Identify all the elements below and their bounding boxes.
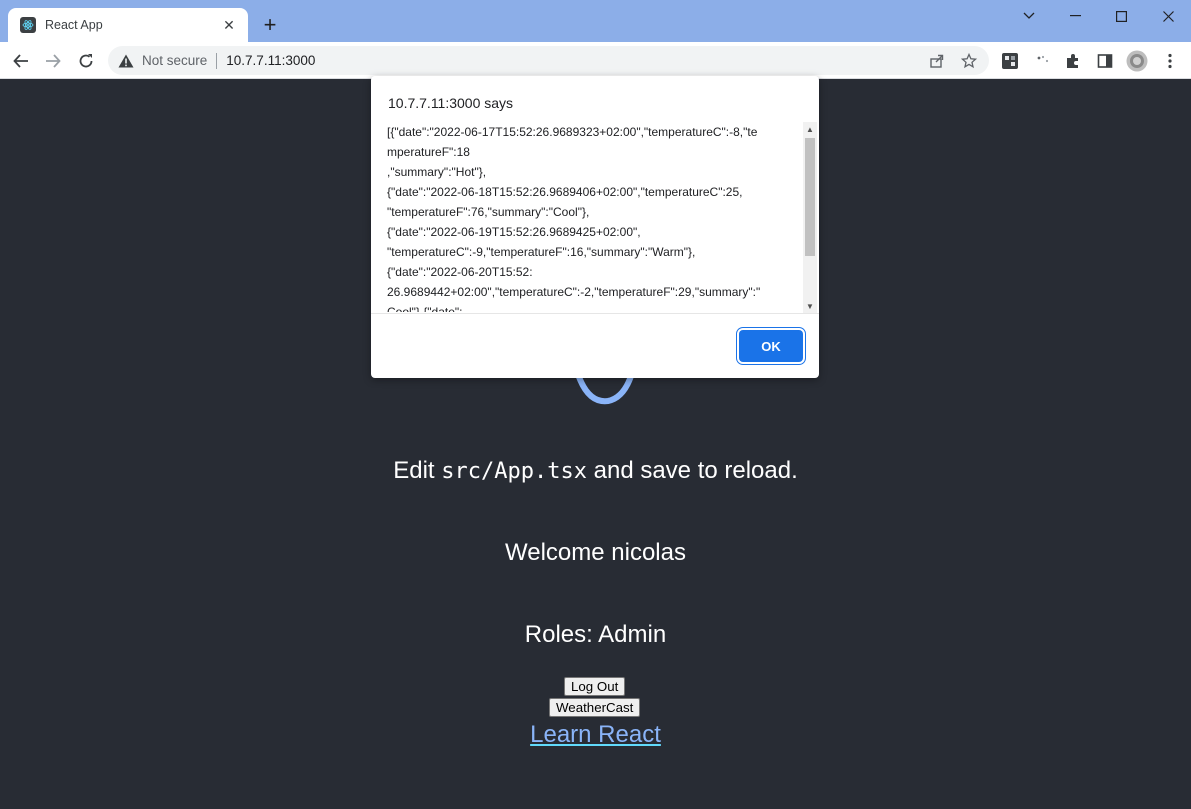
security-label[interactable]: Not secure [142, 53, 207, 68]
address-bar[interactable]: Not secure 10.7.7.11:3000 [108, 46, 989, 75]
minimize-icon[interactable] [1052, 0, 1098, 32]
dialog-message-line: [{"date":"2022-06-17T15:52:26.9689323+02… [387, 125, 758, 139]
maximize-icon[interactable] [1098, 0, 1144, 32]
share-icon[interactable] [925, 49, 949, 73]
dialog-message-line: 26.9689442+02:00","temperatureC":-2,"tem… [387, 285, 761, 299]
edit-instructions: Edit src/App.tsx and save to reload. [0, 457, 1191, 485]
plus-icon[interactable]: + [258, 13, 282, 37]
dialog-message-line: ,"summary":"Hot"}, [387, 165, 487, 179]
avatar[interactable] [1126, 50, 1148, 72]
scrollbar-thumb[interactable] [805, 138, 815, 256]
dialog-scrollbar[interactable]: ▲ ▼ [803, 122, 817, 313]
dialog-message[interactable]: [{"date":"2022-06-17T15:52:26.9689323+02… [387, 122, 802, 312]
chevron-down-icon[interactable] [1006, 0, 1052, 32]
close-icon[interactable]: ✕ [220, 16, 238, 34]
divider [216, 52, 218, 69]
extension-icon[interactable] [999, 50, 1021, 72]
roles-text: Roles: Admin [524, 621, 667, 648]
reload-icon[interactable] [73, 48, 99, 74]
edit-suffix: and save to reload. [586, 457, 798, 484]
dialog-message-line: {"date":"2022-06-19T15:52:26.9689425+02:… [387, 225, 641, 239]
browser-titlebar: React App ✕ + [0, 0, 1191, 42]
welcome-text: Welcome nicolas [505, 539, 686, 566]
more-icon[interactable] [1159, 50, 1181, 72]
loading-extension-icon[interactable] [1032, 50, 1054, 72]
ok-button[interactable]: OK [739, 330, 803, 362]
divider [371, 313, 819, 314]
scroll-up-icon[interactable]: ▲ [803, 122, 817, 136]
dialog-message-line: "temperatureF":76,"summary":"Cool"}, [387, 205, 590, 219]
weathercast-button[interactable]: WeatherCast [549, 698, 641, 717]
learn-react-link-text[interactable]: Learn React [530, 721, 661, 748]
url-text[interactable]: 10.7.7.11:3000 [226, 53, 925, 68]
react-favicon-icon [20, 17, 36, 33]
dialog-message-line: "temperatureC":-9,"temperatureF":16,"sum… [387, 245, 696, 259]
logout-button[interactable]: Log Out [564, 677, 626, 696]
browser-toolbar: Not secure 10.7.7.11:3000 [0, 42, 1191, 79]
forward-icon[interactable] [40, 48, 66, 74]
back-icon[interactable] [8, 48, 34, 74]
dialog-message-line: mperatureF":18 [387, 145, 470, 159]
window-close-icon[interactable] [1145, 0, 1191, 32]
sidepanel-icon[interactable] [1094, 50, 1116, 72]
learn-react-link[interactable]: Learn React [0, 721, 1191, 749]
dialog-title: 10.7.7.11:3000 says [388, 95, 514, 111]
tab-react-app[interactable]: React App ✕ [8, 8, 248, 42]
puzzle-icon[interactable] [1062, 50, 1084, 72]
edit-prefix: Edit [393, 457, 442, 484]
dialog-message-line: Cool"},{"date": [387, 305, 463, 312]
alert-dialog: 10.7.7.11:3000 says [{"date":"2022-06-17… [371, 76, 819, 378]
warning-icon[interactable] [118, 53, 134, 69]
dialog-message-line: {"date":"2022-06-18T15:52:26.9689406+02:… [387, 185, 743, 199]
scroll-down-icon[interactable]: ▼ [803, 299, 817, 313]
tab-title: React App [45, 18, 103, 32]
star-icon[interactable] [957, 49, 981, 73]
dialog-message-line: {"date":"2022-06-20T15:52: [387, 265, 533, 279]
edit-code: src/App.tsx [441, 459, 587, 484]
